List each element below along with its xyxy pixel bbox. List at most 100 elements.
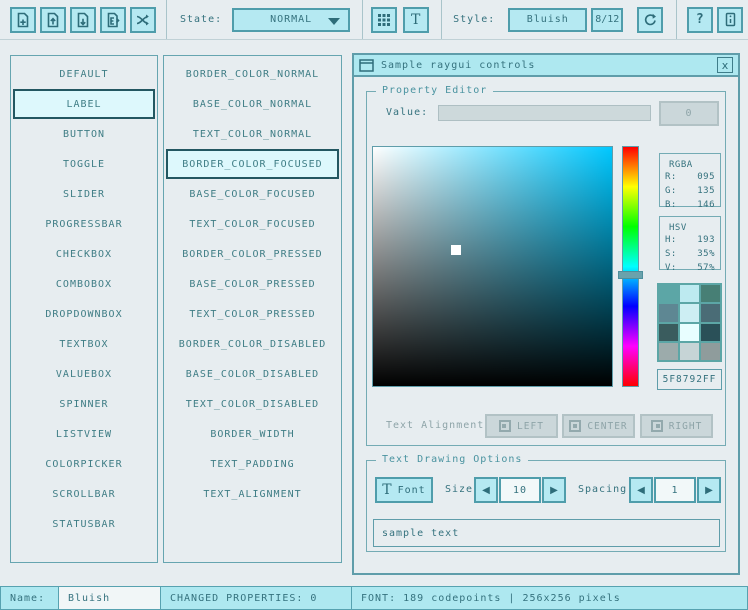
controls-list-item[interactable]: COMBOBOX <box>11 269 157 299</box>
rgba-value: 146 <box>697 198 715 212</box>
palette-color-cell[interactable] <box>701 343 720 360</box>
new-style-button[interactable] <box>10 7 36 33</box>
color-picker-cursor[interactable] <box>451 245 461 255</box>
controls-list: DEFAULTLABELBUTTONTOGGLESLIDERPROGRESSBA… <box>10 55 158 563</box>
palette-color-cell[interactable] <box>680 285 699 302</box>
controls-list-item[interactable]: CHECKBOX <box>11 239 157 269</box>
properties-list-item[interactable]: TEXT_COLOR_FOCUSED <box>164 209 341 239</box>
window-close-button[interactable]: x <box>717 57 733 73</box>
style-index-button[interactable]: 8/12 <box>591 8 623 32</box>
size-increment-button[interactable]: ▶ <box>542 477 566 503</box>
controls-list-item[interactable]: DROPDOWNBOX <box>11 299 157 329</box>
changed-properties-text: CHANGED PROPERTIES: 0 <box>170 593 317 604</box>
controls-list-item[interactable]: BUTTON <box>11 119 157 149</box>
hsv-value: 193 <box>697 233 715 247</box>
text-alignment-label: Text Alignment: <box>386 420 491 431</box>
color-picker-panel[interactable] <box>372 146 613 387</box>
properties-list-item[interactable]: TEXT_ALIGNMENT <box>164 479 341 509</box>
toolbar-separator <box>441 0 442 39</box>
properties-list-item[interactable]: BASE_COLOR_NORMAL <box>164 89 341 119</box>
properties-list-item[interactable]: BASE_COLOR_PRESSED <box>164 269 341 299</box>
align-left-button[interactable]: LEFT <box>485 414 558 438</box>
hex-value-box[interactable]: 5F8792FF <box>657 369 722 390</box>
properties-list-item[interactable]: BASE_COLOR_FOCUSED <box>164 179 341 209</box>
controls-list-item[interactable]: COLORPICKER <box>11 449 157 479</box>
properties-list-item[interactable]: TEXT_COLOR_DISABLED <box>164 389 341 419</box>
palette-color-cell[interactable] <box>680 304 699 321</box>
open-file-icon <box>45 12 61 28</box>
sample-text-box[interactable]: sample text <box>373 519 720 547</box>
style-table-button[interactable] <box>371 7 397 33</box>
properties-list-item[interactable]: BORDER_COLOR_PRESSED <box>164 239 341 269</box>
value-slider[interactable] <box>438 105 651 121</box>
close-icon: x <box>722 59 729 72</box>
window-titlebar[interactable]: Sample raygui controls x <box>354 55 738 77</box>
properties-list-item[interactable]: BORDER_COLOR_FOCUSED <box>166 149 339 179</box>
properties-list-item[interactable]: TEXT_COLOR_NORMAL <box>164 119 341 149</box>
palette-color-cell[interactable] <box>680 343 699 360</box>
palette-color-cell[interactable] <box>701 304 720 321</box>
text-drawing-options-group: Text Drawing Options T Font Size: ◀ 10 ▶… <box>366 460 726 552</box>
controls-list-item[interactable]: TEXTBOX <box>11 329 157 359</box>
properties-list-item[interactable]: TEXT_COLOR_PRESSED <box>164 299 341 329</box>
palette-color-cell[interactable] <box>659 343 678 360</box>
grid-icon <box>377 13 391 27</box>
controls-list-item[interactable]: SCROLLBAR <box>11 479 157 509</box>
style-label: Style: <box>453 14 495 25</box>
spacing-value-box[interactable]: 1 <box>654 477 696 503</box>
open-style-button[interactable] <box>40 7 66 33</box>
align-right-button[interactable]: RIGHT <box>640 414 713 438</box>
controls-list-item[interactable]: TOGGLE <box>11 149 157 179</box>
random-style-button[interactable] <box>130 7 156 33</box>
save-file-icon <box>75 12 91 28</box>
rgba-title: RGBA <box>665 160 697 170</box>
hsv-key: H: <box>665 233 677 247</box>
properties-list-item[interactable]: BORDER_COLOR_NORMAL <box>164 59 341 89</box>
controls-list-item[interactable]: PROGRESSBAR <box>11 209 157 239</box>
properties-list-item[interactable]: BORDER_WIDTH <box>164 419 341 449</box>
controls-list-item[interactable]: LABEL <box>13 89 155 119</box>
controls-list-item[interactable]: STATUSBAR <box>11 509 157 539</box>
controls-list-item[interactable]: VALUEBOX <box>11 359 157 389</box>
controls-list-item[interactable]: SLIDER <box>11 179 157 209</box>
palette-color-cell[interactable] <box>701 324 720 341</box>
palette-color-cell[interactable] <box>659 324 678 341</box>
info-icon <box>723 12 738 27</box>
controls-list-item[interactable]: DEFAULT <box>11 59 157 89</box>
controls-list-item[interactable]: LISTVIEW <box>11 419 157 449</box>
align-center-button[interactable]: CENTER <box>562 414 635 438</box>
spacing-decrement-button[interactable]: ◀ <box>629 477 653 503</box>
size-decrement-button[interactable]: ◀ <box>474 477 498 503</box>
style-name-input[interactable]: Bluish <box>58 586 161 610</box>
value-button[interactable]: 0 <box>659 101 719 126</box>
align-left-label: LEFT <box>517 421 544 432</box>
style-name-button[interactable]: Bluish <box>508 8 587 32</box>
palette-color-cell[interactable] <box>680 324 699 341</box>
help-button[interactable]: ? <box>687 7 713 33</box>
hue-slider-handle[interactable] <box>618 271 643 279</box>
palette-color-cell[interactable] <box>659 304 678 321</box>
properties-list-item[interactable]: BASE_COLOR_DISABLED <box>164 359 341 389</box>
hex-value: 5F8792FF <box>663 374 717 385</box>
hsv-value: 57% <box>697 261 715 275</box>
export-style-button[interactable] <box>100 7 126 33</box>
rgba-key: R: <box>665 170 677 184</box>
spacing-increment-button[interactable]: ▶ <box>697 477 721 503</box>
properties-list-item[interactable]: BORDER_COLOR_DISABLED <box>164 329 341 359</box>
hsv-row: H: 193 <box>665 233 715 247</box>
palette-color-cell[interactable] <box>659 285 678 302</box>
size-value-box[interactable]: 10 <box>499 477 541 503</box>
state-dropdown[interactable]: NORMAL <box>232 8 350 32</box>
palette-color-cell[interactable] <box>701 285 720 302</box>
controls-list-item[interactable]: SPINNER <box>11 389 157 419</box>
about-button[interactable] <box>717 7 743 33</box>
font-preview-button[interactable]: T <box>403 7 429 33</box>
load-font-button[interactable]: T Font <box>375 477 433 503</box>
save-style-button[interactable] <box>70 7 96 33</box>
sample-text-value: sample text <box>382 528 459 539</box>
rgba-value: 095 <box>697 170 715 184</box>
hue-bar[interactable] <box>622 146 639 387</box>
properties-list-item[interactable]: TEXT_PADDING <box>164 449 341 479</box>
align-center-label: CENTER <box>587 421 627 432</box>
reload-style-button[interactable] <box>637 7 663 33</box>
